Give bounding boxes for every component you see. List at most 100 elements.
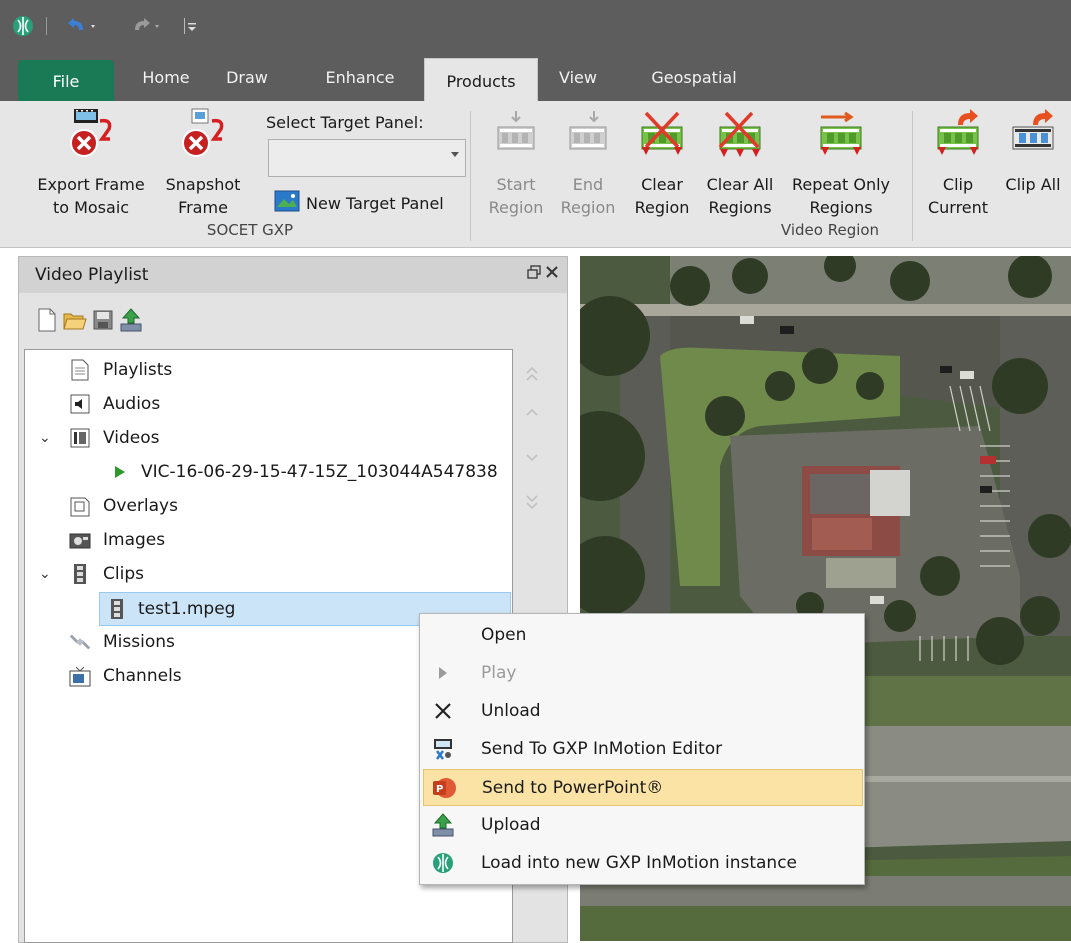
chevron-down-icon[interactable]: ⌄ (39, 430, 55, 446)
film-icon (69, 427, 91, 449)
socet-gxp-group-label: SOCET GXP (206, 221, 294, 239)
menu-item-label: Upload (481, 814, 541, 835)
menu-item-send-to-editor[interactable]: Send To GXP InMotion Editor (423, 731, 861, 766)
panel-title: Video Playlist (35, 265, 149, 285)
tree-item-label: test1.mpeg (138, 599, 236, 619)
tree-item-label: Missions (103, 632, 175, 652)
menu-item-label: Load into new GXP InMotion instance (481, 852, 798, 873)
scroll-bottom-icon[interactable] (517, 493, 547, 515)
tab-draw[interactable]: Draw (214, 52, 280, 102)
save-icon[interactable] (91, 307, 115, 333)
menu-item-unload[interactable]: Unload (423, 693, 861, 728)
app-logo-icon[interactable] (10, 14, 36, 38)
snapshot-frame-icon (156, 107, 250, 169)
camera-icon (69, 529, 91, 551)
scroll-down-icon[interactable] (517, 451, 547, 467)
play-icon (431, 661, 455, 685)
end-region-button[interactable]: End Region (556, 107, 620, 219)
svg-text:P: P (436, 784, 443, 795)
film-strip-icon (106, 598, 128, 620)
new-target-panel-label: New Target Panel (306, 193, 444, 213)
clip-current-icon (922, 107, 994, 169)
tab-enhance[interactable]: Enhance (310, 52, 410, 102)
tree-item-images[interactable]: Images (39, 524, 165, 556)
scroll-top-icon[interactable] (517, 365, 547, 387)
new-target-panel-button[interactable]: New Target Panel (274, 189, 444, 217)
redo-icon (128, 14, 168, 38)
start-region-label: Start Region (488, 175, 544, 217)
clear-region-icon (628, 107, 696, 169)
scroll-up-icon[interactable] (517, 405, 547, 421)
clear-region-label: Clear Region (634, 175, 690, 217)
tree-item-missions[interactable]: Missions (39, 626, 175, 658)
menu-item-load-new-instance[interactable]: Load into new GXP InMotion instance (423, 845, 861, 880)
ribbon: Export Frame to Mosaic Snapshot Frame Se… (0, 101, 1071, 248)
overlay-icon (69, 495, 91, 517)
start-region-button[interactable]: Start Region (484, 107, 548, 219)
clear-all-regions-label: Clear All Regions (706, 175, 774, 217)
select-target-panel-label: Select Target Panel: (266, 113, 424, 132)
tree-item-overlays[interactable]: Overlays (39, 490, 178, 522)
tree-item-label: VIC-16-06-29-15-47-15Z_103044A547838 (141, 462, 498, 482)
tab-home[interactable]: Home (128, 52, 204, 102)
end-region-icon (556, 107, 620, 169)
tree-item-clips[interactable]: ⌄ Clips (39, 558, 144, 590)
snapshot-frame-button[interactable]: Snapshot Frame (156, 107, 250, 219)
customize-qat-icon[interactable] (180, 14, 200, 38)
clip-current-button[interactable]: Clip Current (922, 107, 994, 219)
menu-item-send-to-powerpoint[interactable]: P Send to PowerPoint® (423, 769, 863, 806)
speaker-icon (69, 393, 91, 415)
tree-item-channels[interactable]: Channels (39, 660, 182, 692)
tree-item-video-file[interactable]: VIC-16-06-29-15-47-15Z_103044A547838 (113, 456, 498, 488)
export-frame-label: Export Frame to Mosaic (37, 175, 145, 217)
editor-icon (431, 737, 455, 761)
start-region-icon (484, 107, 548, 169)
new-target-panel-icon (274, 190, 300, 216)
close-panel-icon[interactable] (545, 265, 559, 283)
chevron-down-icon[interactable]: ⌄ (39, 566, 55, 582)
tree-item-label: Overlays (103, 496, 178, 516)
tree-item-label: Videos (103, 428, 160, 448)
clear-region-button[interactable]: Clear Region (628, 107, 696, 219)
video-region-group-label: Video Region (780, 221, 880, 239)
panel-header: Video Playlist (19, 257, 567, 293)
tree-item-videos[interactable]: ⌄ Videos (39, 422, 160, 454)
menu-item-label: Play (481, 662, 517, 683)
context-menu: Open Play Unload Send To GXP InMotion Ed… (419, 613, 865, 885)
menu-item-play[interactable]: Play (423, 655, 861, 690)
repeat-only-regions-icon (784, 107, 898, 169)
tab-file[interactable]: File (18, 60, 114, 102)
play-triangle-icon (113, 461, 127, 483)
repeat-only-regions-label: Repeat Only Regions (791, 175, 891, 217)
clip-all-button[interactable]: Clip All (1000, 107, 1066, 196)
new-document-icon[interactable] (35, 307, 59, 333)
clip-all-icon (1000, 107, 1066, 169)
menu-item-upload[interactable]: Upload (423, 807, 861, 842)
export-frame-to-mosaic-button[interactable]: Export Frame to Mosaic (32, 107, 150, 219)
chevron-down-icon (451, 152, 459, 157)
tree-item-label: Audios (103, 394, 161, 414)
playlist-toolbar (35, 307, 143, 337)
tree-item-playlists[interactable]: Playlists (39, 354, 172, 386)
undo-icon[interactable] (62, 14, 102, 38)
upload-icon[interactable] (119, 307, 143, 333)
float-panel-icon[interactable] (527, 265, 541, 283)
select-target-panel-dropdown[interactable] (268, 139, 466, 177)
menu-item-label: Send to PowerPoint® (482, 777, 664, 798)
repeat-only-regions-button[interactable]: Repeat Only Regions (784, 107, 898, 219)
tab-products[interactable]: Products (424, 58, 538, 103)
tree-item-audios[interactable]: Audios (39, 388, 160, 420)
menu-item-label: Open (481, 624, 527, 645)
open-folder-icon[interactable] (63, 307, 87, 333)
export-frame-icon (32, 107, 150, 169)
snapshot-frame-label: Snapshot Frame (165, 175, 241, 217)
ribbon-separator (912, 111, 913, 241)
menu-item-open[interactable]: Open (423, 617, 861, 652)
tree-item-label: Images (103, 530, 166, 550)
tab-view[interactable]: View (550, 52, 606, 102)
clear-all-regions-icon (702, 107, 778, 169)
menu-item-label: Unload (481, 700, 541, 721)
clear-all-regions-button[interactable]: Clear All Regions (702, 107, 778, 219)
tab-geospatial[interactable]: Geospatial (634, 52, 754, 102)
end-region-label: End Region (560, 175, 616, 217)
